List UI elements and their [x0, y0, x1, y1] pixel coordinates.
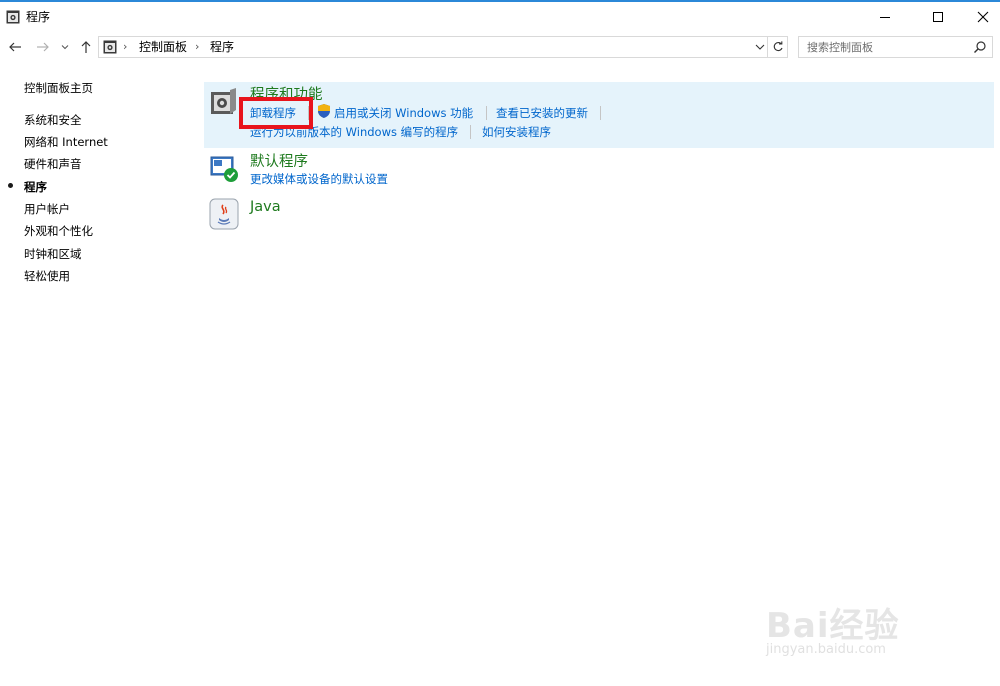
chevron-down-icon — [755, 44, 765, 50]
arrow-right-icon — [37, 42, 49, 52]
search-input[interactable] — [799, 37, 969, 57]
programs-features-icon[interactable] — [208, 86, 240, 118]
link-separator — [600, 106, 601, 120]
search-box[interactable] — [798, 36, 993, 58]
sidebar-home-link[interactable]: 控制面板主页 — [24, 80, 93, 96]
address-dropdown-button[interactable] — [753, 40, 767, 54]
window-title: 程序 — [26, 10, 51, 24]
maximize-icon — [933, 12, 943, 22]
sidebar-item-user-accounts[interactable]: 用户帐户 — [24, 201, 70, 217]
address-bar[interactable]: › 控制面板 › 程序 — [98, 36, 768, 58]
java-icon[interactable] — [208, 198, 240, 230]
change-default-media-link[interactable]: 更改媒体或设备的默认设置 — [250, 171, 388, 187]
arrow-left-icon — [9, 42, 21, 52]
uac-shield-icon — [316, 103, 332, 119]
sidebar-item-clock-region[interactable]: 时钟和区域 — [24, 246, 82, 262]
link-separator — [470, 125, 471, 139]
uninstall-program-link[interactable]: 卸载程序 — [250, 105, 296, 121]
sidebar-item-ease-of-access[interactable]: 轻松使用 — [24, 268, 70, 284]
watermark-logo-text: Bai经验 — [766, 606, 900, 646]
default-programs-icon[interactable] — [208, 152, 240, 184]
arrow-up-icon — [81, 41, 91, 53]
baidu-watermark: Bai经验 jingyan.baidu.com — [766, 588, 956, 668]
category-title-default-programs[interactable]: 默认程序 — [250, 150, 308, 171]
title-bar: 程序 — [0, 2, 1000, 32]
maximize-button[interactable] — [915, 4, 961, 30]
category-default-programs: 默认程序 更改媒体或设备的默认设置 — [204, 148, 994, 198]
back-button[interactable] — [6, 38, 24, 56]
current-item-bullet-icon — [8, 183, 13, 188]
refresh-button[interactable] — [768, 36, 788, 58]
category-title-java[interactable]: Java — [250, 199, 281, 215]
sidebar-item-system-security[interactable]: 系统和安全 — [24, 112, 82, 128]
sidebar-item-programs[interactable]: 程序 — [24, 179, 47, 195]
breadcrumb-control-panel[interactable]: 控制面板 — [139, 40, 187, 54]
breadcrumb-separator-icon[interactable]: › — [195, 40, 199, 53]
refresh-icon — [773, 41, 783, 52]
sidebar-item-appearance[interactable]: 外观和个性化 — [24, 223, 93, 239]
search-icon[interactable] — [973, 40, 987, 57]
sidebar-item-network-internet[interactable]: 网络和 Internet — [24, 134, 108, 150]
run-older-programs-link[interactable]: 运行为以前版本的 Windows 编写的程序 — [250, 124, 458, 140]
turn-windows-features-link[interactable]: 启用或关闭 Windows 功能 — [334, 105, 473, 121]
recent-locations-button[interactable] — [58, 38, 72, 56]
close-button[interactable] — [960, 4, 1000, 30]
category-java: Java — [204, 196, 994, 236]
up-button[interactable] — [77, 38, 95, 56]
category-title-programs-features[interactable]: 程序和功能 — [250, 83, 323, 104]
link-separator — [308, 106, 309, 120]
link-separator — [486, 106, 487, 120]
control-panel-icon — [103, 40, 117, 54]
view-installed-updates-link[interactable]: 查看已安装的更新 — [496, 105, 588, 121]
minimize-icon — [880, 17, 890, 18]
forward-button[interactable] — [34, 38, 52, 56]
sidebar: 控制面板主页 系统和安全 网络和 Internet 硬件和声音 程序 用户帐户 … — [0, 62, 200, 686]
breadcrumb-separator-icon[interactable]: › — [123, 40, 127, 53]
minimize-button[interactable] — [862, 4, 908, 30]
navigation-bar: › 控制面板 › 程序 — [0, 32, 1000, 62]
chevron-down-icon — [61, 45, 69, 50]
watermark-url: jingyan.baidu.com — [766, 642, 886, 657]
how-to-install-link[interactable]: 如何安装程序 — [482, 124, 551, 140]
sidebar-item-hardware-sound[interactable]: 硬件和声音 — [24, 156, 82, 172]
category-programs-features: 程序和功能 卸载程序 启用或关闭 Windows 功能 查看已安装的更新 运行为… — [204, 82, 994, 148]
close-icon — [977, 11, 989, 23]
breadcrumb-programs[interactable]: 程序 — [210, 40, 234, 54]
control-panel-icon — [6, 10, 20, 24]
